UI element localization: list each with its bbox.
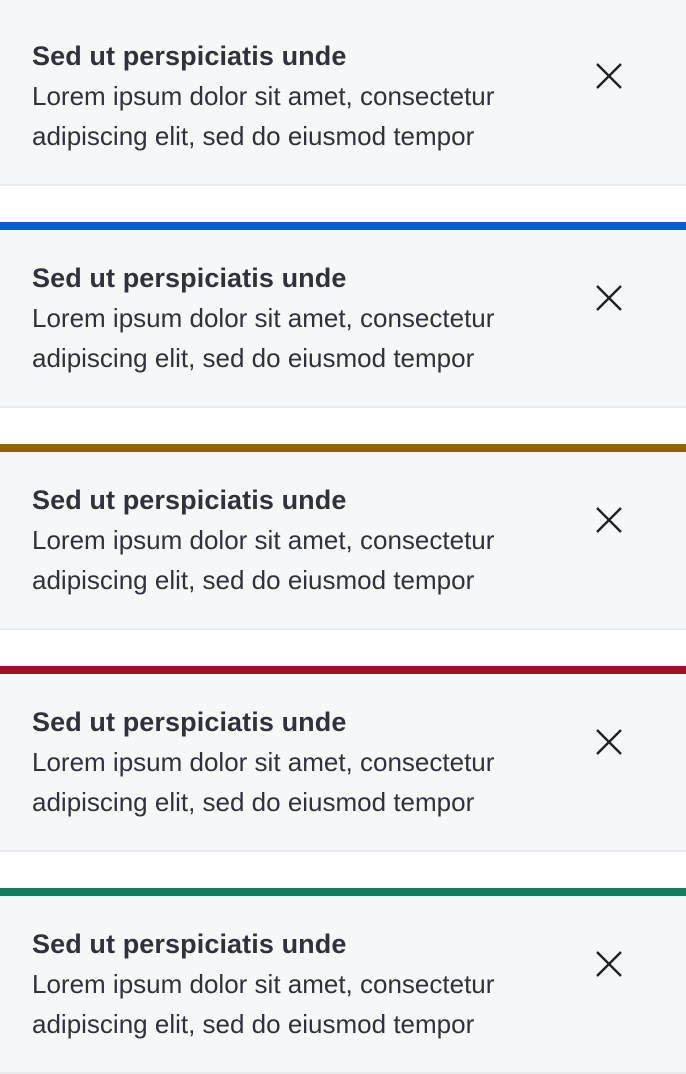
close-button[interactable]: [588, 55, 630, 97]
notification-title: Sed ut perspiciatis unde: [32, 263, 347, 293]
close-icon: [596, 729, 622, 755]
notification-content: Sed ut perspiciatis unde Lorem ipsum dol…: [32, 480, 552, 600]
close-icon: [596, 63, 622, 89]
close-button[interactable]: [588, 721, 630, 763]
notification-accent-bar: [0, 222, 686, 230]
close-button[interactable]: [588, 277, 630, 319]
close-button[interactable]: [588, 499, 630, 541]
notification-message: Lorem ipsum dolor sit amet, consectetur …: [32, 747, 495, 817]
notification-accent-bar: [0, 444, 686, 452]
close-button[interactable]: [588, 943, 630, 985]
notification-title: Sed ut perspiciatis unde: [32, 707, 347, 737]
notification-stack: Sed ut perspiciatis unde Lorem ipsum dol…: [0, 0, 686, 1074]
notification-content: Sed ut perspiciatis unde Lorem ipsum dol…: [32, 258, 552, 378]
notification-success: Sed ut perspiciatis unde Lorem ipsum dol…: [0, 888, 686, 1074]
notification-accent-bar: [0, 888, 686, 896]
close-icon: [596, 507, 622, 533]
close-icon: [596, 951, 622, 977]
notification-title: Sed ut perspiciatis unde: [32, 41, 347, 71]
notification-title: Sed ut perspiciatis unde: [32, 929, 347, 959]
notification-accent-bar: [0, 666, 686, 674]
notification-message: Lorem ipsum dolor sit amet, consectetur …: [32, 525, 495, 595]
notification-default: Sed ut perspiciatis unde Lorem ipsum dol…: [0, 0, 686, 186]
notification-info: Sed ut perspiciatis unde Lorem ipsum dol…: [0, 222, 686, 408]
close-icon: [596, 285, 622, 311]
notification-message: Lorem ipsum dolor sit amet, consectetur …: [32, 969, 495, 1039]
notification-message: Lorem ipsum dolor sit amet, consectetur …: [32, 81, 495, 151]
notification-message: Lorem ipsum dolor sit amet, consectetur …: [32, 303, 495, 373]
notification-content: Sed ut perspiciatis unde Lorem ipsum dol…: [32, 36, 552, 156]
notification-content: Sed ut perspiciatis unde Lorem ipsum dol…: [32, 702, 552, 822]
notification-warning: Sed ut perspiciatis unde Lorem ipsum dol…: [0, 444, 686, 630]
notification-title: Sed ut perspiciatis unde: [32, 485, 347, 515]
notification-content: Sed ut perspiciatis unde Lorem ipsum dol…: [32, 924, 552, 1044]
notification-error: Sed ut perspiciatis unde Lorem ipsum dol…: [0, 666, 686, 852]
